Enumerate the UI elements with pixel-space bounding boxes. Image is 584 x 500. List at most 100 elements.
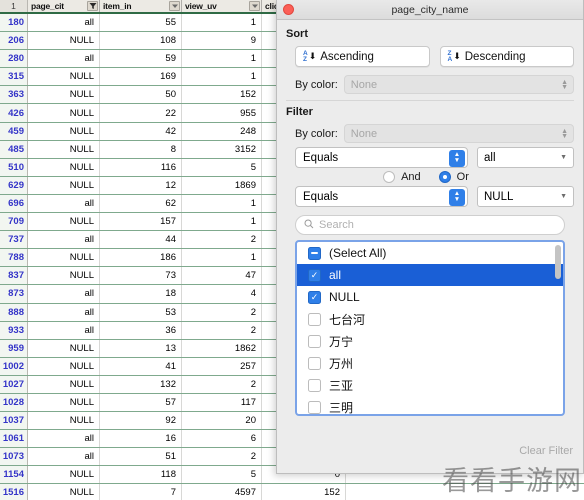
cell-view-uv[interactable]: 5 [182,466,262,484]
cell-page-city[interactable]: all [28,50,100,68]
or-radio[interactable] [438,171,451,183]
filter-by-color-select[interactable]: None ▲ ▼ [343,124,574,143]
cell-page-city[interactable]: NULL [28,213,100,231]
cell-view-uv[interactable]: 955 [182,104,262,122]
row-number[interactable]: 1028 [0,393,28,412]
cell-view-uv[interactable]: 1869 [182,176,262,194]
cell-item-in[interactable]: 50 [100,86,182,104]
row-number[interactable]: 485 [0,140,28,158]
cell-page-city[interactable]: all [28,231,100,249]
cell-item-in[interactable]: 55 [100,14,182,32]
cell-item-in[interactable]: 157 [100,213,182,231]
filter-operator-select-2[interactable]: Equals ▲ ▼ [295,186,468,207]
checkbox-unchecked-icon[interactable] [308,312,321,326]
cell-page-city[interactable]: NULL [28,339,100,357]
row-number[interactable]: 363 [0,86,28,104]
sort-descending-button[interactable]: Z A ⬇ Descending [439,46,574,67]
filter-operator-select-1[interactable]: Equals ▲ ▼ [295,147,468,168]
row-number[interactable]: 459 [0,122,28,140]
cell-page-city[interactable]: all [28,303,100,321]
cell-view-uv[interactable]: 5 [182,158,262,176]
cell-empty[interactable] [346,484,584,500]
sort-ascending-button[interactable]: A Z ⬇ Ascending [295,46,430,67]
cell-view-uv[interactable]: 1 [182,50,262,68]
cell-item-in[interactable]: 116 [100,158,182,176]
checkbox-checked-icon[interactable]: ✓ [308,290,321,304]
row-number[interactable]: 180 [0,14,28,32]
row-number[interactable]: 1061 [0,430,28,448]
cell-page-city[interactable]: NULL [28,375,100,393]
cell-item-in[interactable]: 132 [100,375,182,393]
cell-view-uv[interactable]: 47 [182,267,262,285]
cell-item-in[interactable]: 62 [100,194,182,213]
row-number[interactable]: 1002 [0,357,28,375]
cell-view-uv[interactable]: 248 [182,122,262,140]
row-number[interactable]: 206 [0,32,28,50]
row-number[interactable]: 629 [0,176,28,194]
checkbox-unchecked-icon[interactable] [308,400,321,414]
cell-page-city[interactable]: all [28,430,100,448]
sort-by-color-select[interactable]: None ▲ ▼ [343,75,574,94]
cell-item-in[interactable]: 92 [100,412,182,430]
cell-page-city[interactable]: NULL [28,140,100,158]
row-number[interactable]: 1073 [0,448,28,466]
filter-values-list[interactable]: (Select All) ✓ all ✓ NULL 七台河 万宁 万州 三亚 三明 [295,240,565,416]
filter-value-combo-1[interactable]: all ▼ [477,147,574,168]
cell-view-uv[interactable]: 257 [182,357,262,375]
cell-page-city[interactable]: all [28,321,100,339]
cell-view-uv[interactable]: 1862 [182,339,262,357]
cell-item-in[interactable]: 73 [100,267,182,285]
cell-view-uv[interactable]: 117 [182,393,262,412]
row-number[interactable]: 873 [0,285,28,303]
cell-page-city[interactable]: NULL [28,176,100,194]
cell-view-uv[interactable]: 1 [182,249,262,267]
cell-page-city[interactable]: NULL [28,158,100,176]
clear-filter-button[interactable]: Clear Filter [519,445,573,457]
row-number[interactable]: 709 [0,213,28,231]
cell-view-uv[interactable]: 1 [182,14,262,32]
row-number[interactable]: 888 [0,303,28,321]
cell-item-in[interactable]: 53 [100,303,182,321]
cell-page-city[interactable]: NULL [28,86,100,104]
row-number[interactable]: 426 [0,104,28,122]
cell-view-uv[interactable]: 3152 [182,140,262,158]
filter-value-combo-2[interactable]: NULL ▼ [477,186,574,207]
row-number[interactable]: 696 [0,194,28,213]
cell-view-uv[interactable]: 152 [182,86,262,104]
list-item[interactable]: 三亚 [297,374,563,396]
cell-view-uv[interactable]: 2 [182,448,262,466]
list-item[interactable]: ✓ NULL [297,286,563,308]
cell-view-uv[interactable]: 2 [182,303,262,321]
cell-page-city[interactable]: NULL [28,466,100,484]
cell-item-in[interactable]: 42 [100,122,182,140]
cell-page-city[interactable]: all [28,285,100,303]
cell-item-in[interactable]: 41 [100,357,182,375]
column-header-page-city[interactable]: page_cit [28,0,100,12]
cell-view-uv[interactable]: 4597 [182,484,262,500]
cell-item-in[interactable]: 57 [100,393,182,412]
cell-item-in[interactable]: 118 [100,466,182,484]
cell-page-city[interactable]: NULL [28,267,100,285]
chevron-down-icon[interactable] [169,1,180,11]
list-item[interactable]: 万宁 [297,330,563,352]
cell-view-uv[interactable]: 4 [182,285,262,303]
cell-item-in[interactable]: 22 [100,104,182,122]
cell-view-uv[interactable]: 1 [182,68,262,86]
cell-page-city[interactable]: NULL [28,412,100,430]
row-number[interactable]: 1516 [0,484,28,500]
row-number[interactable]: 510 [0,158,28,176]
cell-item-in[interactable]: 12 [100,176,182,194]
cell-view-uv[interactable]: 1 [182,194,262,213]
cell-click-uv[interactable]: 152 [262,484,346,500]
cell-item-in[interactable]: 51 [100,448,182,466]
search-input[interactable]: Search [295,215,565,235]
table-row[interactable]: 1516 NULL 7 4597 152 [0,484,584,500]
column-header-view-uv[interactable]: view_uv [182,0,262,12]
cell-page-city[interactable]: NULL [28,393,100,412]
row-number[interactable]: 933 [0,321,28,339]
row-header-corner[interactable]: 1 [0,0,28,12]
checkbox-unchecked-icon[interactable] [308,334,321,348]
cell-item-in[interactable]: 108 [100,32,182,50]
row-number[interactable]: 1037 [0,412,28,430]
filter-active-icon[interactable] [87,1,98,11]
